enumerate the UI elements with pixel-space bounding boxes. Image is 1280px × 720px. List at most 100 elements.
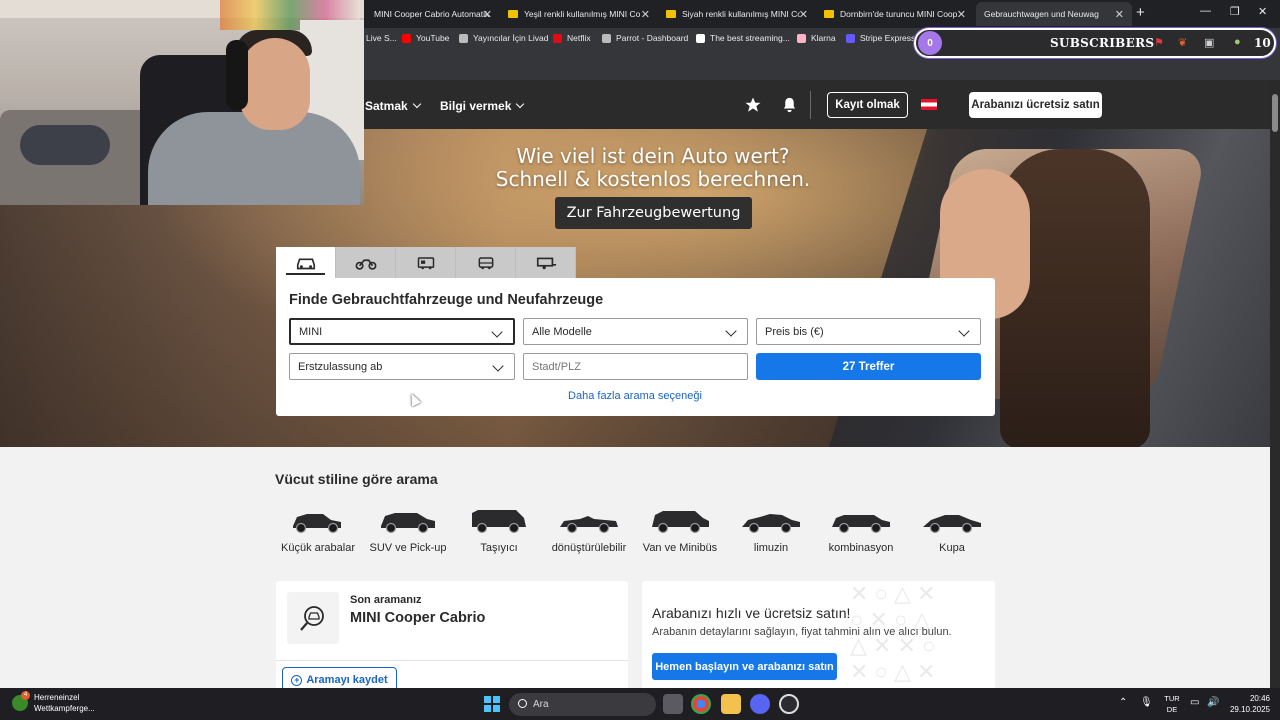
last-search-label: Son aramanız xyxy=(350,594,422,606)
more-options-link[interactable]: Daha fazla arama seçeneği xyxy=(523,390,747,402)
bookmark-favicon-icon xyxy=(459,33,468,43)
car-silhouette-icon xyxy=(560,516,618,534)
sell-car-button[interactable]: Arabanızı ücretsiz satın xyxy=(969,92,1102,118)
body-style-item[interactable]: Küçük arabalar xyxy=(273,505,363,554)
task-view-icon[interactable] xyxy=(663,694,683,714)
body-style-label: kombinasyon xyxy=(828,542,894,554)
last-search-value[interactable]: MINI Cooper Cabrio xyxy=(350,610,485,626)
tab-car[interactable] xyxy=(276,247,336,278)
nav-sell-menu[interactable]: Satmak xyxy=(365,99,421,113)
tab-trailer[interactable] xyxy=(516,247,576,278)
body-style-item[interactable]: Kupa xyxy=(907,505,997,554)
bookmark-item[interactable]: The best streaming... xyxy=(696,33,790,43)
location-text-input[interactable] xyxy=(532,360,732,373)
new-tab-icon[interactable]: + xyxy=(1136,4,1145,21)
car-silhouette-icon xyxy=(832,515,890,534)
nav-info-menu[interactable]: Bilgi vermek xyxy=(440,99,525,113)
hero-title: Wie viel ist dein Auto wert? xyxy=(516,144,790,168)
search-title: Finde Gebrauchtfahrzeuge und Neufahrzeug… xyxy=(289,292,604,308)
valuation-button[interactable]: Zur Fahrzeugbewertung xyxy=(555,197,752,229)
volume-icon[interactable]: 🔊 xyxy=(1207,697,1219,708)
minimize-icon[interactable]: — xyxy=(1200,5,1211,17)
price-select[interactable]: Preis bis (€) xyxy=(756,318,981,345)
chevron-down-icon xyxy=(412,99,421,109)
body-style-label: dönüştürülebilir xyxy=(551,542,627,554)
car-silhouette-icon xyxy=(381,513,435,534)
tray-chevron-icon[interactable]: ⌃ xyxy=(1119,697,1127,708)
body-style-item[interactable]: dönüştürülebilir xyxy=(544,505,634,554)
file-explorer-icon[interactable] xyxy=(721,694,741,714)
registration-select[interactable]: Erstzulassung ab xyxy=(289,353,515,380)
body-style-label: Taşıyıcı xyxy=(480,542,518,554)
avatar-icon: ● xyxy=(1234,36,1241,48)
card-divider xyxy=(276,660,628,661)
discord-icon[interactable] xyxy=(750,694,770,714)
news-widget[interactable]: 4 Herreneinzel Wettkampferge... xyxy=(10,691,95,714)
bookmark-item[interactable]: Stripe Express xyxy=(846,33,915,43)
close-icon[interactable]: ✕ xyxy=(483,8,492,21)
sell-card-heading: Arabanızı hızlı ve ücretsiz satın! xyxy=(652,605,851,621)
puzzle-icon: ▣ xyxy=(1204,37,1215,49)
motorcycle-icon xyxy=(355,258,376,270)
language-indicator[interactable]: TUR DE xyxy=(1162,693,1182,715)
close-icon[interactable]: ✕ xyxy=(957,8,966,21)
scrollbar-thumb[interactable] xyxy=(1272,94,1278,132)
taskbar-search[interactable]: Ara xyxy=(509,693,656,716)
browser-tab-active[interactable]: Gebrauchtwagen und Neuwag ✕ xyxy=(976,2,1132,26)
maximize-icon[interactable]: ❐ xyxy=(1230,5,1240,18)
body-style-item[interactable]: SUV ve Pick-up xyxy=(363,505,453,554)
bookmark-favicon-icon xyxy=(696,33,705,43)
register-button[interactable]: Kayıt olmak xyxy=(827,92,908,118)
nav-divider xyxy=(810,91,811,119)
close-icon[interactable]: ✕ xyxy=(641,8,650,21)
body-style-item[interactable]: Taşıyıcı xyxy=(454,505,544,554)
tab-favicon-icon xyxy=(824,10,834,18)
bookmark-item[interactable]: Netflix xyxy=(553,33,591,43)
search-history-icon xyxy=(287,592,339,644)
page-scrollbar[interactable] xyxy=(1270,80,1280,688)
bell-icon[interactable] xyxy=(781,96,798,114)
microphone-icon[interactable]: 🎙 xyxy=(1140,697,1153,708)
close-icon[interactable]: ✕ xyxy=(1115,8,1124,21)
browser-tab[interactable]: Siyah renkli kullanılmış MINI Co ✕ xyxy=(658,2,816,26)
model-select[interactable]: Alle Modelle xyxy=(523,318,748,345)
browser-tab[interactable]: Yeşil renkli kullanılmış MINI Co ✕ xyxy=(500,2,658,26)
make-select[interactable]: MINI xyxy=(289,318,515,345)
tab-motorcycle[interactable] xyxy=(336,247,396,278)
results-button[interactable]: 27 Treffer xyxy=(756,353,981,380)
window-close-icon[interactable]: ✕ xyxy=(1258,5,1267,18)
viewer-count: 10 xyxy=(1254,36,1271,50)
body-style-label: Küçük arabalar xyxy=(281,542,355,554)
steam-icon[interactable] xyxy=(779,694,799,714)
browser-tab[interactable]: MINI Cooper Cabrio Automatik ✕ xyxy=(366,2,500,26)
bookmark-item[interactable]: YouTube xyxy=(402,33,449,43)
chevron-down-icon xyxy=(491,326,503,338)
star-icon[interactable] xyxy=(744,96,762,114)
camper-icon xyxy=(417,256,434,269)
plus-circle-icon: + xyxy=(291,674,303,686)
tab-truck[interactable] xyxy=(456,247,516,278)
network-icon[interactable]: ▭ xyxy=(1190,697,1199,708)
car-silhouette-icon xyxy=(742,514,800,534)
austria-flag-icon[interactable] xyxy=(921,99,937,110)
webcam-overlay xyxy=(0,0,364,205)
body-style-item[interactable]: limuzin xyxy=(726,505,816,554)
sell-start-button[interactable]: Hemen başlayın ve arabanızı satın xyxy=(652,653,837,680)
system-clock[interactable]: 20:46 29.10.2025 xyxy=(1226,693,1270,715)
browser-tab[interactable]: Dornbirn'de turuncu MINI Coop ✕ xyxy=(816,2,974,26)
chevron-down-icon xyxy=(516,99,525,109)
location-input[interactable] xyxy=(523,353,748,380)
body-style-label: SUV ve Pick-up xyxy=(369,542,447,554)
subscriber-label: SUBSCRIBERS xyxy=(1050,36,1155,50)
tab-camper[interactable] xyxy=(396,247,456,278)
bookmark-item[interactable]: Klarna xyxy=(797,33,836,43)
windows-start-icon[interactable] xyxy=(484,696,500,712)
body-style-item[interactable]: kombinasyon xyxy=(816,505,906,554)
bookmark-item[interactable]: Yayıncılar İçin Livad xyxy=(459,33,548,43)
truck-icon xyxy=(478,256,493,269)
chrome-icon[interactable] xyxy=(691,694,711,714)
body-style-item[interactable]: Van ve Minibüs xyxy=(635,505,725,554)
subscriber-count: 0 xyxy=(918,31,942,55)
close-icon[interactable]: ✕ xyxy=(799,8,808,21)
bookmark-item[interactable]: Parrot - Dashboard xyxy=(602,33,688,43)
